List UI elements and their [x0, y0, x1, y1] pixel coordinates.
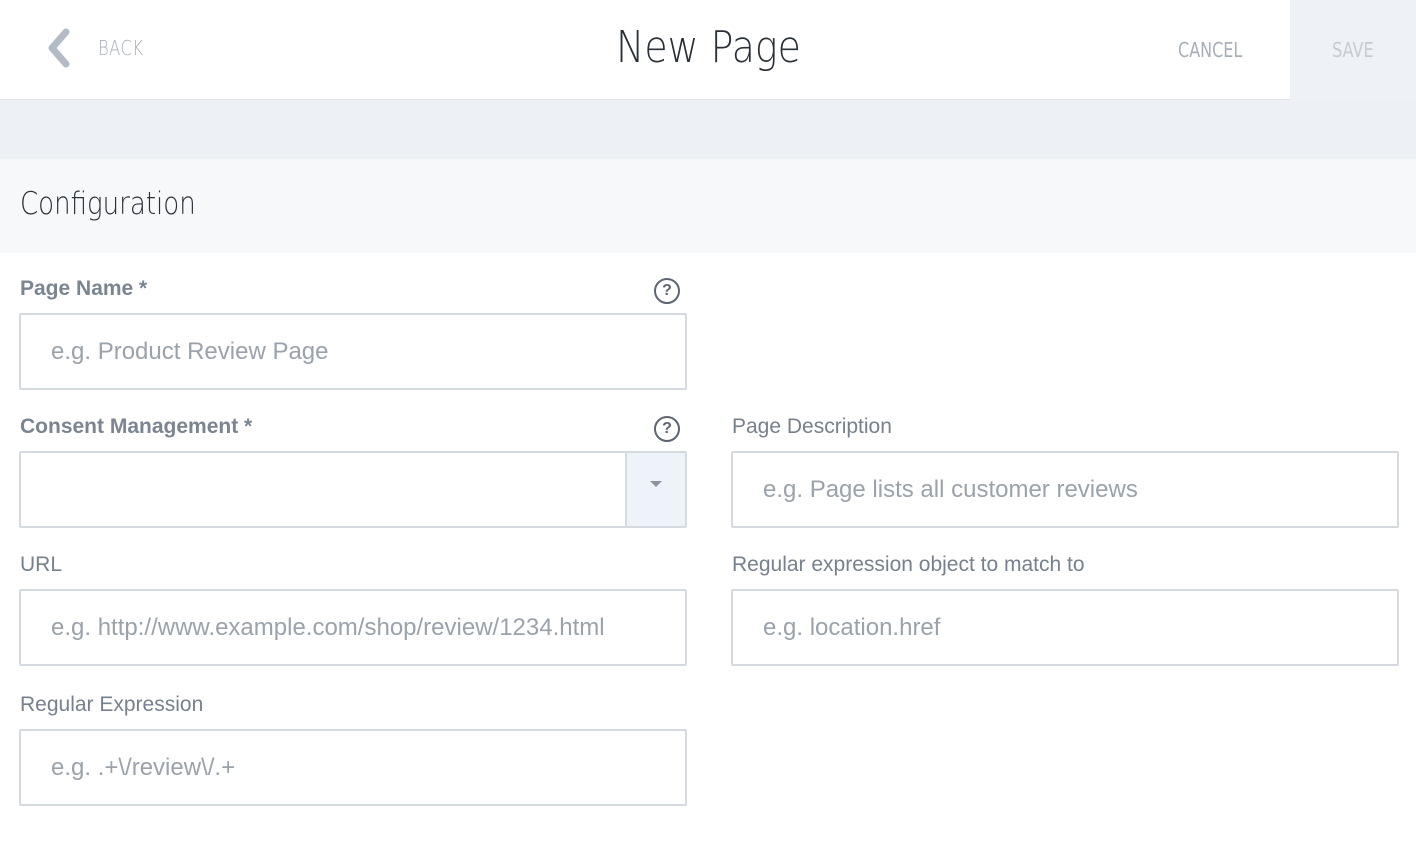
- page-name-input[interactable]: [21, 315, 685, 388]
- question-circle-icon[interactable]: ?: [654, 416, 680, 442]
- page-description-label: Page Description: [732, 415, 892, 438]
- url-field[interactable]: [19, 589, 687, 666]
- url-label: URL: [20, 553, 63, 576]
- page-description-field[interactable]: [731, 451, 1399, 528]
- section-title: Configuration: [20, 186, 196, 222]
- caret-down-icon: [650, 480, 662, 487]
- regex-object-label: Regular expression object to match to: [732, 553, 1085, 576]
- consent-management-select[interactable]: [19, 451, 687, 528]
- regular-expression-label: Regular Expression: [20, 693, 204, 716]
- toolbar-band: [0, 100, 1416, 159]
- regular-expression-input[interactable]: [21, 731, 685, 804]
- regex-object-field[interactable]: [731, 589, 1399, 666]
- save-button[interactable]: SAVE: [1290, 0, 1416, 100]
- question-circle-icon[interactable]: ?: [654, 278, 680, 304]
- cancel-button[interactable]: CANCEL: [1160, 0, 1260, 100]
- page-description-input[interactable]: [733, 453, 1397, 526]
- regex-object-input[interactable]: [733, 591, 1397, 664]
- url-input[interactable]: [21, 591, 685, 664]
- consent-dropdown-toggle[interactable]: [625, 453, 685, 526]
- consent-management-label: Consent Management *: [20, 415, 253, 438]
- regular-expression-field[interactable]: [19, 729, 687, 806]
- page-name-field[interactable]: [19, 313, 687, 390]
- top-bar: BACK New Page CANCEL SAVE: [0, 0, 1416, 100]
- page-name-label: Page Name *: [20, 277, 148, 300]
